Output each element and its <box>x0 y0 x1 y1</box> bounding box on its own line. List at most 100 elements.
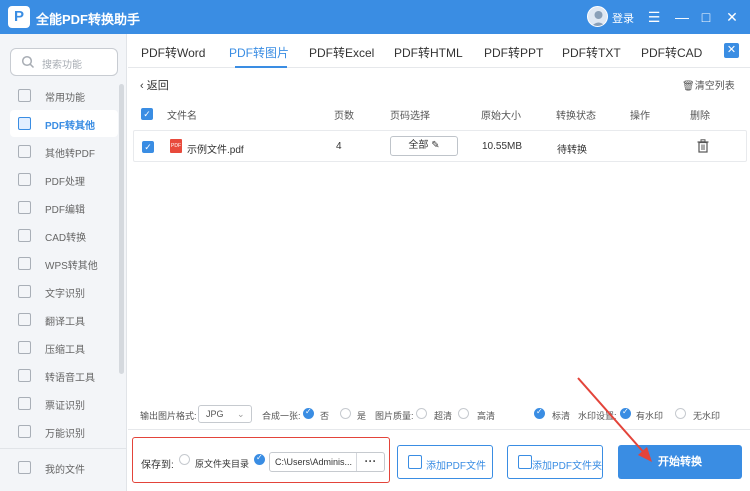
quality-super-label: 超清 <box>434 411 453 421</box>
add-folder-label: 添加PDF文件夹 <box>532 461 602 472</box>
sidebar-item-label: 常用功能 <box>45 93 85 104</box>
add-pdf-file-button[interactable]: 添加PDF文件 <box>397 445 493 479</box>
sidebar-item-compress[interactable]: 压缩工具 <box>10 334 118 361</box>
sidebar: 搜索功能 常用功能 PDF转其他 其他转PDF PDF处理 PDF编辑 CAD转… <box>0 34 127 491</box>
header-file-name: 文件名 <box>167 111 197 122</box>
sidebar-item-voice[interactable]: 转语音工具 <box>10 362 118 389</box>
search-icon <box>21 55 35 69</box>
quality-high-radio[interactable] <box>458 408 469 419</box>
select-all-checkbox[interactable]: ✓ <box>141 108 153 120</box>
page-select-button[interactable]: 全部 ✎ <box>390 136 458 156</box>
sidebar-item-label: CAD转换 <box>45 233 87 244</box>
quality-standard-label: 标清 <box>552 411 571 421</box>
tab-bar: PDF转Word PDF转图片 PDF转Excel PDF转HTML PDF转P… <box>128 34 750 68</box>
edit-icon: ✎ <box>431 140 440 151</box>
save-label: 保存到: <box>141 460 174 471</box>
sidebar-divider <box>0 448 126 449</box>
page-select-label: 全部 <box>408 140 429 151</box>
save-path-input[interactable]: C:\Users\Adminis... ··· <box>269 452 385 472</box>
source-dir-radio[interactable] <box>179 454 190 465</box>
trash-icon: 🗑 <box>682 81 695 92</box>
back-label: 返回 <box>146 80 169 92</box>
clear-list-button[interactable]: 🗑清空列表 <box>682 77 735 92</box>
sidebar-item-label: 万能识别 <box>45 429 85 440</box>
output-options: 输出图片格式: JPG ⌄ 合成一张: 否 是 图片质量: 超清 高清 标清 水印… <box>140 405 740 423</box>
back-button[interactable]: ‹ 返回 <box>140 77 169 93</box>
watermark-label: 水印设置: <box>578 411 617 421</box>
tab-pdf-to-txt[interactable]: PDF转TXT <box>562 44 621 61</box>
sidebar-item-ocr[interactable]: 文字识别 <box>10 278 118 305</box>
sidebar-item-other-to-pdf[interactable]: 其他转PDF <box>10 138 118 165</box>
add-pdf-folder-button[interactable]: 添加PDF文件夹 <box>507 445 603 479</box>
folder-icon <box>518 455 532 469</box>
tab-pdf-to-word[interactable]: PDF转Word <box>141 44 205 61</box>
source-dir-label: 原文件夹目录 <box>195 459 250 469</box>
app-title: 全能PDF转换助手 <box>36 12 141 27</box>
sidebar-item-ticket[interactable]: 票证识别 <box>10 390 118 417</box>
sidebar-item-pdf-edit[interactable]: PDF编辑 <box>10 194 118 221</box>
sidebar-item-pdf-process[interactable]: PDF处理 <box>10 166 118 193</box>
minimize-icon[interactable]: — <box>673 8 691 26</box>
browse-button[interactable]: ··· <box>356 453 384 471</box>
ticket-icon <box>18 397 31 410</box>
wps-icon <box>18 257 31 270</box>
sidebar-item-common[interactable]: 常用功能 <box>10 82 118 109</box>
voice-icon <box>18 369 31 382</box>
file-pages: 4 <box>336 141 342 152</box>
sidebar-item-universal[interactable]: 万能识别 <box>10 418 118 445</box>
table-header: ✓ 文件名 页数 页码选择 原始大小 转换状态 操作 删除 <box>133 100 747 128</box>
merge-yes-label: 是 <box>357 411 367 421</box>
login-link[interactable]: 登录 <box>612 10 634 26</box>
header-size: 原始大小 <box>481 111 521 122</box>
merge-label: 合成一张: <box>262 411 301 421</box>
pdf-edit-icon <box>18 201 31 214</box>
delete-row-icon[interactable] <box>697 139 709 153</box>
close-panel-icon[interactable]: ✕ <box>724 43 739 58</box>
star-icon <box>18 89 31 102</box>
file-status: 待转换 <box>557 145 587 156</box>
close-icon[interactable]: ✕ <box>723 8 741 26</box>
merge-no-radio[interactable] <box>303 407 314 419</box>
sidebar-item-label: PDF处理 <box>45 177 85 188</box>
sidebar-item-label: 票证识别 <box>45 401 85 412</box>
sidebar-item-label: 我的文件 <box>45 465 85 476</box>
file-size: 10.55MB <box>482 141 523 152</box>
sidebar-item-pdf-to-other[interactable]: PDF转其他 <box>10 110 118 137</box>
watermark-no-radio[interactable] <box>675 408 686 419</box>
save-path: C:\Users\Adminis... <box>275 457 353 467</box>
custom-path-radio[interactable] <box>254 453 265 465</box>
search-input[interactable]: 搜索功能 <box>10 48 118 76</box>
sidebar-item-wps[interactable]: WPS转其他 <box>10 250 118 277</box>
sidebar-item-cad[interactable]: CAD转换 <box>10 222 118 249</box>
row-checkbox[interactable]: ✓ <box>142 141 154 153</box>
watermark-yes-radio[interactable] <box>620 407 631 419</box>
tab-pdf-to-ppt[interactable]: PDF转PPT <box>484 44 543 61</box>
universal-icon <box>18 425 31 438</box>
tab-pdf-to-excel[interactable]: PDF转Excel <box>309 44 374 61</box>
header-status: 转换状态 <box>556 111 596 122</box>
quality-standard-radio[interactable] <box>534 407 545 419</box>
tab-pdf-to-html[interactable]: PDF转HTML <box>394 44 463 61</box>
active-tab-indicator <box>235 66 287 68</box>
user-avatar-icon[interactable] <box>587 6 608 27</box>
quality-label: 图片质量: <box>375 411 414 421</box>
format-value: JPG <box>206 409 224 419</box>
search-placeholder: 搜索功能 <box>42 60 82 71</box>
to-pdf-icon <box>18 145 31 158</box>
tab-pdf-to-image[interactable]: PDF转图片 <box>229 44 289 61</box>
menu-icon[interactable]: ☰ <box>645 8 663 26</box>
header-pages: 页数 <box>334 111 354 122</box>
bottom-divider <box>128 429 750 430</box>
add-file-label: 添加PDF文件 <box>426 461 486 472</box>
quality-super-radio[interactable] <box>416 408 427 419</box>
start-convert-button[interactable]: 开始转换 <box>618 445 742 479</box>
chevron-down-icon: ⌄ <box>237 409 245 419</box>
sidebar-scrollbar[interactable] <box>119 84 124 374</box>
tab-pdf-to-cad[interactable]: PDF转CAD <box>641 44 702 61</box>
sidebar-item-translate[interactable]: 翻译工具 <box>10 306 118 333</box>
maximize-icon[interactable]: □ <box>697 8 715 26</box>
folder-icon <box>18 461 31 474</box>
sidebar-item-label: 翻译工具 <box>45 317 85 328</box>
merge-yes-radio[interactable] <box>340 408 351 419</box>
format-select[interactable]: JPG ⌄ <box>198 405 252 423</box>
